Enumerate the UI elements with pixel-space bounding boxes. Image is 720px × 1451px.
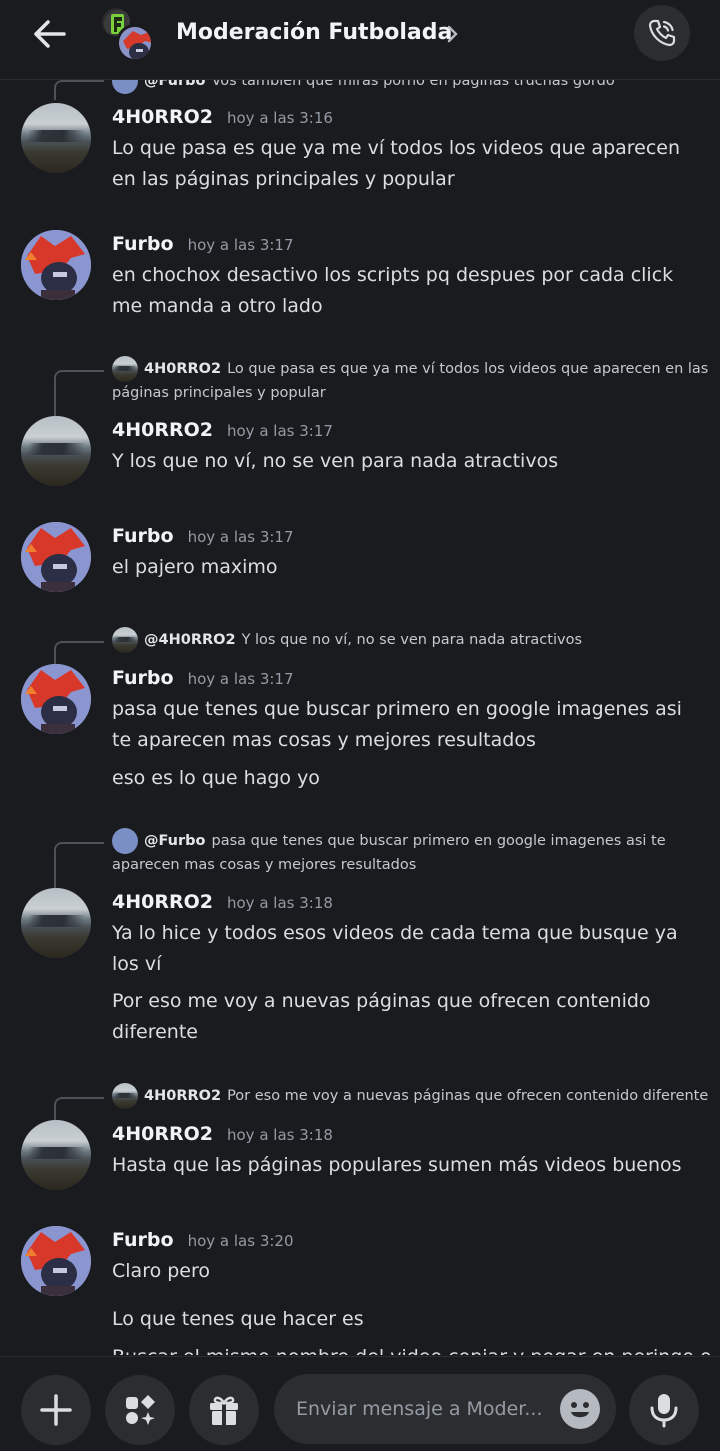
reply-avatar bbox=[112, 828, 138, 854]
avatar[interactable] bbox=[21, 522, 91, 592]
message-text: pasa que tenes que buscar primero en goo… bbox=[112, 698, 682, 751]
reply-author: 4H0RRO2 bbox=[144, 361, 222, 377]
reply-connector bbox=[54, 370, 104, 420]
message-input-container[interactable] bbox=[274, 1374, 616, 1444]
message-text: eso es lo que hago yo bbox=[112, 767, 320, 789]
timestamp: hoy a las 3:20 bbox=[187, 1232, 294, 1250]
phone-call-icon bbox=[648, 19, 676, 47]
avatar[interactable] bbox=[21, 664, 91, 734]
reply-author: 4H0RRO2 bbox=[144, 1088, 222, 1104]
reply-preview[interactable]: @Furbo Vos también que miras porno en pág… bbox=[112, 80, 712, 94]
message-author[interactable]: 4H0RRO2 hoy a las 3:17 bbox=[112, 419, 333, 441]
reply-avatar bbox=[112, 1083, 138, 1109]
message-author[interactable]: Furbo hoy a las 3:17 bbox=[112, 667, 294, 689]
reply-text: Vos también que miras porno en páginas t… bbox=[211, 80, 615, 89]
composer-bar bbox=[0, 1356, 720, 1451]
avatar[interactable] bbox=[21, 1120, 91, 1190]
message-author[interactable]: Furbo hoy a las 3:20 bbox=[112, 1229, 294, 1251]
timestamp: hoy a las 3:17 bbox=[187, 236, 294, 254]
reply-preview[interactable]: 4H0RRO2 Por eso me voy a nuevas páginas q… bbox=[112, 1083, 712, 1109]
reply-author: @4H0RRO2 bbox=[144, 632, 236, 648]
reply-author: @Furbo bbox=[144, 833, 206, 849]
attach-button[interactable] bbox=[21, 1375, 91, 1445]
reply-author: @Furbo bbox=[144, 80, 206, 89]
avatar[interactable] bbox=[21, 888, 91, 958]
reply-text: Por eso me voy a nuevas páginas que ofre… bbox=[227, 1088, 709, 1104]
message-author[interactable]: 4H0RRO2 hoy a las 3:18 bbox=[112, 1123, 333, 1145]
emoji-button[interactable] bbox=[560, 1389, 600, 1429]
reply-avatar bbox=[112, 80, 138, 94]
message-text: Hasta que las páginas populares sumen má… bbox=[112, 1154, 682, 1176]
reply-connector bbox=[54, 842, 104, 892]
reply-avatar bbox=[112, 627, 138, 653]
channel-title[interactable]: Moderación Futbolada bbox=[176, 20, 452, 45]
arrow-left-icon bbox=[34, 20, 66, 48]
message-text: Por eso me voy a nuevas páginas que ofre… bbox=[112, 990, 651, 1043]
plus-icon bbox=[40, 1394, 72, 1426]
emoji-icon bbox=[561, 1390, 599, 1428]
message-text: Lo que tenes que hacer es bbox=[112, 1308, 364, 1330]
message-author[interactable]: 4H0RRO2 hoy a las 3:16 bbox=[112, 106, 333, 128]
message-text: el pajero maximo bbox=[112, 556, 278, 578]
reply-preview[interactable]: 4H0RRO2 Lo que pasa es que ya me ví todos… bbox=[112, 356, 712, 404]
reply-preview[interactable]: @Furbo pasa que tenes que buscar primero … bbox=[112, 828, 712, 876]
voice-button[interactable] bbox=[629, 1375, 699, 1445]
microphone-icon bbox=[650, 1394, 678, 1428]
chevron-right-icon[interactable] bbox=[446, 23, 460, 45]
gift-button[interactable] bbox=[189, 1375, 259, 1445]
reply-connector bbox=[54, 80, 104, 100]
timestamp: hoy a las 3:17 bbox=[187, 528, 294, 546]
avatar[interactable] bbox=[21, 230, 91, 300]
timestamp: hoy a las 3:17 bbox=[226, 422, 333, 440]
message-text: Lo que pasa es que ya me ví todos los vi… bbox=[112, 137, 681, 190]
reply-avatar bbox=[112, 356, 138, 382]
gift-icon bbox=[210, 1396, 238, 1425]
apps-icon bbox=[126, 1395, 155, 1425]
avatar[interactable] bbox=[21, 416, 91, 486]
message-text: Ya lo hice y todos esos videos de cada t… bbox=[112, 922, 678, 975]
timestamp: hoy a las 3:17 bbox=[187, 670, 294, 688]
group-avatar-member bbox=[116, 24, 154, 62]
message-text: Buscar el mismo nombre del video copiar … bbox=[112, 1346, 712, 1355]
group-avatar[interactable] bbox=[98, 6, 160, 64]
message-text: Y los que no ví, no se ven para nada atr… bbox=[112, 450, 559, 472]
message-author[interactable]: Furbo hoy a las 3:17 bbox=[112, 525, 294, 547]
timestamp: hoy a las 3:18 bbox=[226, 1126, 333, 1144]
message-author[interactable]: 4H0RRO2 hoy a las 3:18 bbox=[112, 891, 333, 913]
message-input[interactable] bbox=[296, 1374, 546, 1444]
apps-button[interactable] bbox=[105, 1375, 175, 1445]
reply-preview[interactable]: @4H0RRO2 Y los que no ví, no se ven para … bbox=[112, 627, 712, 653]
message-text: Claro pero bbox=[112, 1260, 211, 1282]
avatar[interactable] bbox=[21, 103, 91, 173]
avatar[interactable] bbox=[21, 1226, 91, 1296]
message-author[interactable]: Furbo hoy a las 3:17 bbox=[112, 233, 294, 255]
timestamp: hoy a las 3:18 bbox=[226, 894, 333, 912]
call-button[interactable] bbox=[634, 5, 690, 61]
chat-header: Moderación Futbolada bbox=[0, 0, 720, 80]
message-text: en chochox desactivo los scripts pq desp… bbox=[112, 264, 674, 317]
back-button[interactable] bbox=[26, 14, 72, 54]
message-list[interactable]: @Furbo Vos también que miras porno en pág… bbox=[0, 80, 720, 1355]
reply-text: Y los que no ví, no se ven para nada atr… bbox=[241, 632, 583, 648]
timestamp: hoy a las 3:16 bbox=[226, 109, 333, 127]
